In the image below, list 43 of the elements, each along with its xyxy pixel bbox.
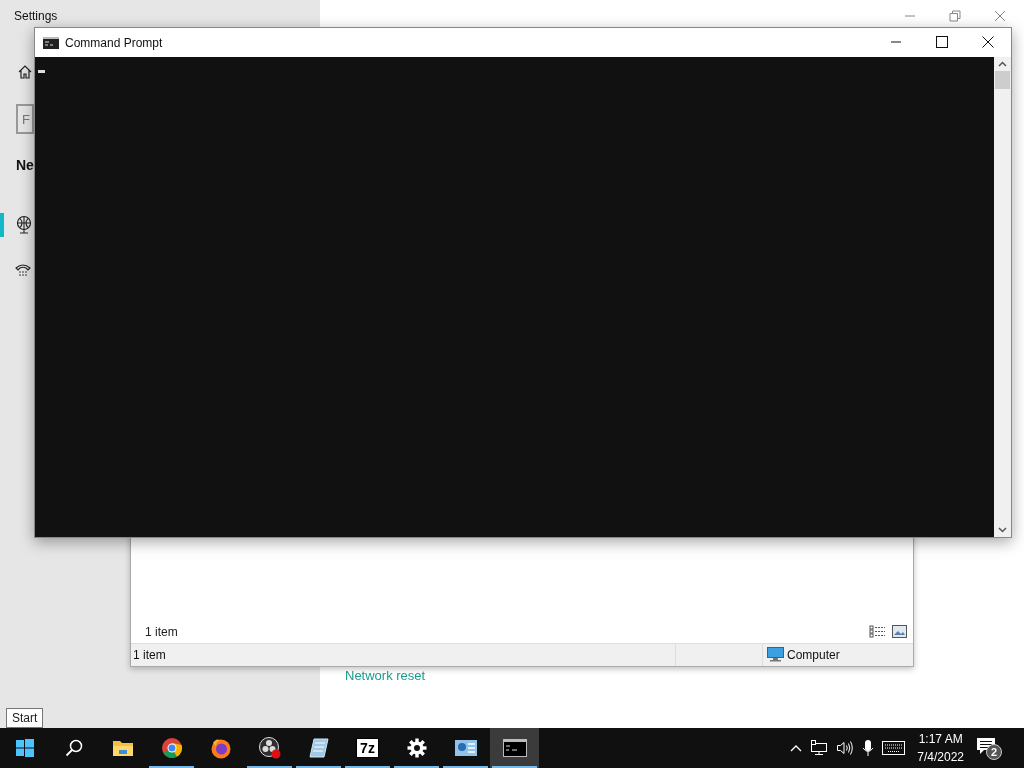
console-icon <box>502 739 527 757</box>
network-reset-link[interactable]: Network reset <box>345 668 426 683</box>
folder-icon <box>111 738 134 758</box>
control-panel-icon <box>453 738 478 758</box>
text-cursor <box>38 70 45 73</box>
start-tooltip: Start <box>6 708 44 728</box>
scroll-thumb[interactable] <box>995 71 1010 89</box>
window-title: Command Prompt <box>65 35 163 50</box>
microphone-icon[interactable] <box>862 739 875 757</box>
fox-globe-icon <box>209 737 232 759</box>
status-text: 1 item <box>133 648 166 662</box>
computer-icon <box>767 647 784 662</box>
notepad-icon <box>307 737 330 759</box>
window-title: Settings <box>14 9 58 23</box>
volume-icon[interactable] <box>836 740 855 756</box>
console-icon <box>43 36 59 49</box>
item-count: 1 item <box>145 625 178 639</box>
network-icon[interactable] <box>810 740 829 756</box>
search-icon <box>64 739 83 757</box>
time-text: 1:17 AM <box>918 731 963 748</box>
settings-icon <box>406 738 427 758</box>
browser-icon <box>160 737 183 759</box>
preview-view-icon[interactable] <box>892 625 907 638</box>
scrollbar[interactable] <box>994 57 1011 537</box>
notification-badge: 2 <box>986 744 1002 760</box>
date-text: 7/4/2022 <box>917 749 964 766</box>
globe-monitor-icon[interactable] <box>15 215 33 235</box>
details-view-icon[interactable] <box>869 625 886 638</box>
location-text: Computer <box>787 648 840 662</box>
keyboard-icon[interactable] <box>882 741 906 755</box>
restore-icon[interactable] <box>949 10 961 22</box>
recorder-icon <box>257 736 282 760</box>
search-field[interactable]: F <box>16 104 34 134</box>
taskbar-app-button[interactable] <box>490 728 539 768</box>
close-icon[interactable] <box>982 36 994 48</box>
clock[interactable]: 1:17 AM 7/4/2022 <box>917 730 964 766</box>
archiver-button[interactable]: 7z <box>343 728 392 768</box>
phone-icon[interactable] <box>15 262 31 278</box>
maximize-icon[interactable] <box>936 36 948 48</box>
windows-logo-icon <box>14 738 35 758</box>
section-heading: Ne <box>16 157 34 173</box>
home-icon[interactable] <box>17 64 33 80</box>
chevron-up-icon[interactable] <box>790 744 803 752</box>
